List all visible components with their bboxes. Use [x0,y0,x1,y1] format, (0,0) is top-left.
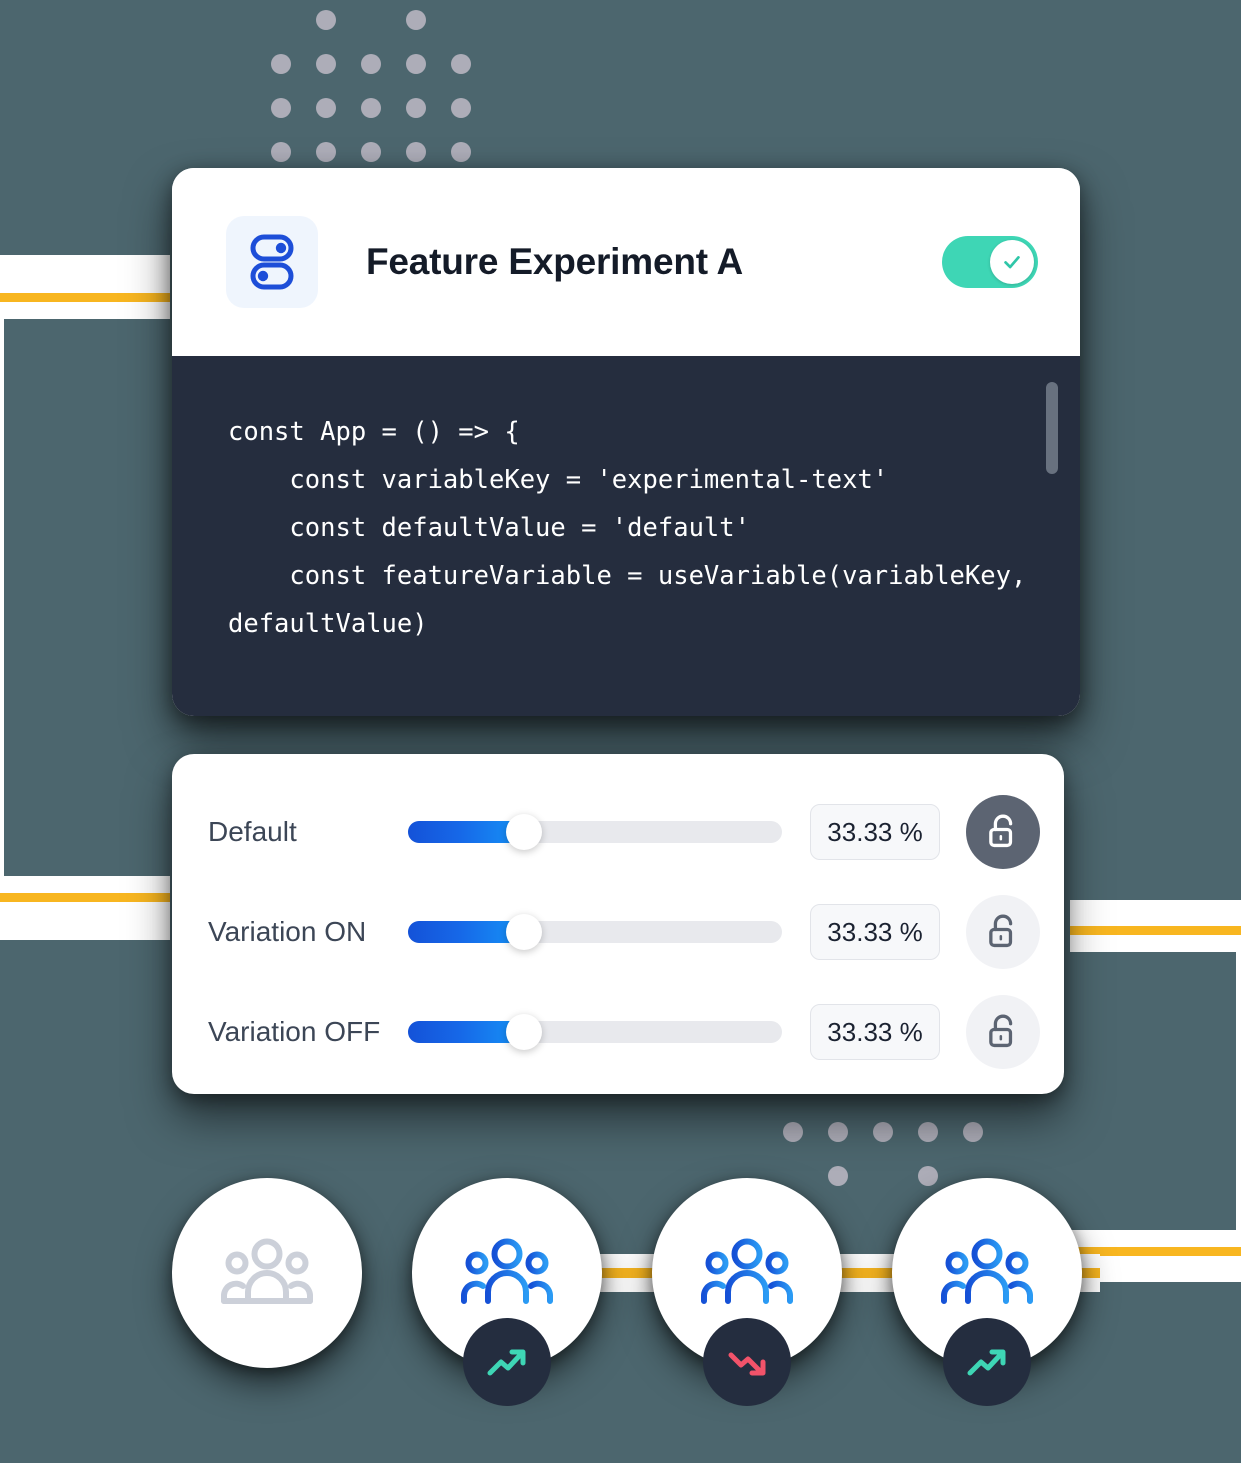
dot [827,1122,848,1142]
toggle-knob [990,240,1034,284]
slider-thumb[interactable] [505,814,542,850]
dot [873,1166,893,1186]
code-snippet-panel: const App = () => { const variableKey = … [172,356,1080,716]
variation-label: Variation OFF [208,1016,381,1047]
lock-toggle-button[interactable] [966,795,1040,869]
dot [270,98,291,118]
people-group-icon [461,1238,553,1304]
dot [405,98,426,118]
dot [450,98,471,118]
unlock-icon [989,914,1013,948]
dot [315,98,336,118]
slider-track[interactable] [408,914,782,950]
trend-up-icon [967,1349,1006,1376]
segment-up-1[interactable] [412,1178,602,1406]
lock-toggle-button[interactable] [966,995,1040,1069]
dot [962,1122,983,1142]
lock-toggle-button[interactable] [966,895,1040,969]
dot [270,54,291,74]
dot [451,10,471,30]
unlock-icon [989,1014,1013,1048]
dot [315,142,336,162]
dot [360,98,381,118]
dot [917,1122,938,1142]
bracket-knockout [1070,952,1236,1230]
dot [360,54,381,74]
traffic-slider[interactable] [408,812,782,852]
dot [361,10,381,30]
code-line: defaultValue) [228,609,428,639]
dot [783,1166,803,1186]
slider-track[interactable] [408,814,782,850]
dot [405,10,426,30]
code-line: const defaultValue = 'default' [228,513,750,543]
traffic-allocation-row: Variation ON 33.33 % [172,882,1064,982]
trend-badge [943,1318,1031,1406]
code-scrollbar-thumb[interactable] [1046,382,1058,474]
trend-badge [463,1318,551,1406]
bracket-knockout [4,319,170,876]
traffic-allocation-row: Variation OFF 33.33 % [172,982,1064,1082]
dot [782,1122,803,1142]
traffic-slider[interactable] [408,1012,782,1052]
dot-grid-top [258,0,483,174]
illustration-stage: Feature Experiment A const App = () => {… [0,0,1241,1463]
code-line: const App = () => { [228,417,520,447]
code-line: const featureVariable = useVariable(vari… [228,561,1027,591]
dot [450,142,471,162]
feature-master-toggle[interactable] [942,236,1038,288]
segment-up-2[interactable] [892,1178,1082,1406]
variation-label: Default [208,816,297,847]
segment-inactive[interactable] [172,1178,362,1368]
slider-thumb[interactable] [505,1014,542,1050]
traffic-allocation-card: Default 33.33 % Variation ON 33.33 % Var… [172,754,1064,1094]
slider-thumb[interactable] [505,914,542,950]
percent-input[interactable]: 33.33 % [810,904,940,960]
dot [827,1166,848,1186]
unlock-icon [989,814,1013,848]
traffic-slider[interactable] [408,912,782,952]
code-line: const variableKey = 'experimental-text' [228,465,889,495]
page-title: Feature Experiment A [366,241,744,282]
dot [450,54,471,74]
trend-badge [703,1318,791,1406]
people-group-icon [701,1238,793,1304]
feature-toggle-icon [226,216,318,308]
dot [315,10,336,30]
people-group-icon [941,1238,1033,1304]
percent-input[interactable]: 33.33 % [810,1004,940,1060]
dot [917,1166,938,1186]
card-header: Feature Experiment A [172,168,1080,356]
right-bracket-decoration [1070,900,1241,1282]
slider-track[interactable] [408,1014,782,1050]
feature-flag-card: Feature Experiment A const App = () => {… [172,168,1080,716]
trend-up-icon [487,1349,526,1376]
dot [270,142,291,162]
code-scrollbar[interactable] [1046,382,1058,674]
people-group-icon [221,1238,313,1304]
dot [872,1122,893,1142]
check-icon [1004,256,1020,269]
trend-down-icon [728,1352,766,1376]
percent-input[interactable]: 33.33 % [810,804,940,860]
dot [360,142,381,162]
traffic-allocation-row: Default 33.33 % [172,782,1064,882]
dot [271,10,291,30]
dot [315,54,336,74]
dot [405,142,426,162]
segment-down[interactable] [652,1178,842,1406]
left-bracket-decoration [0,255,170,940]
dot [405,54,426,74]
variation-label: Variation ON [208,916,367,947]
